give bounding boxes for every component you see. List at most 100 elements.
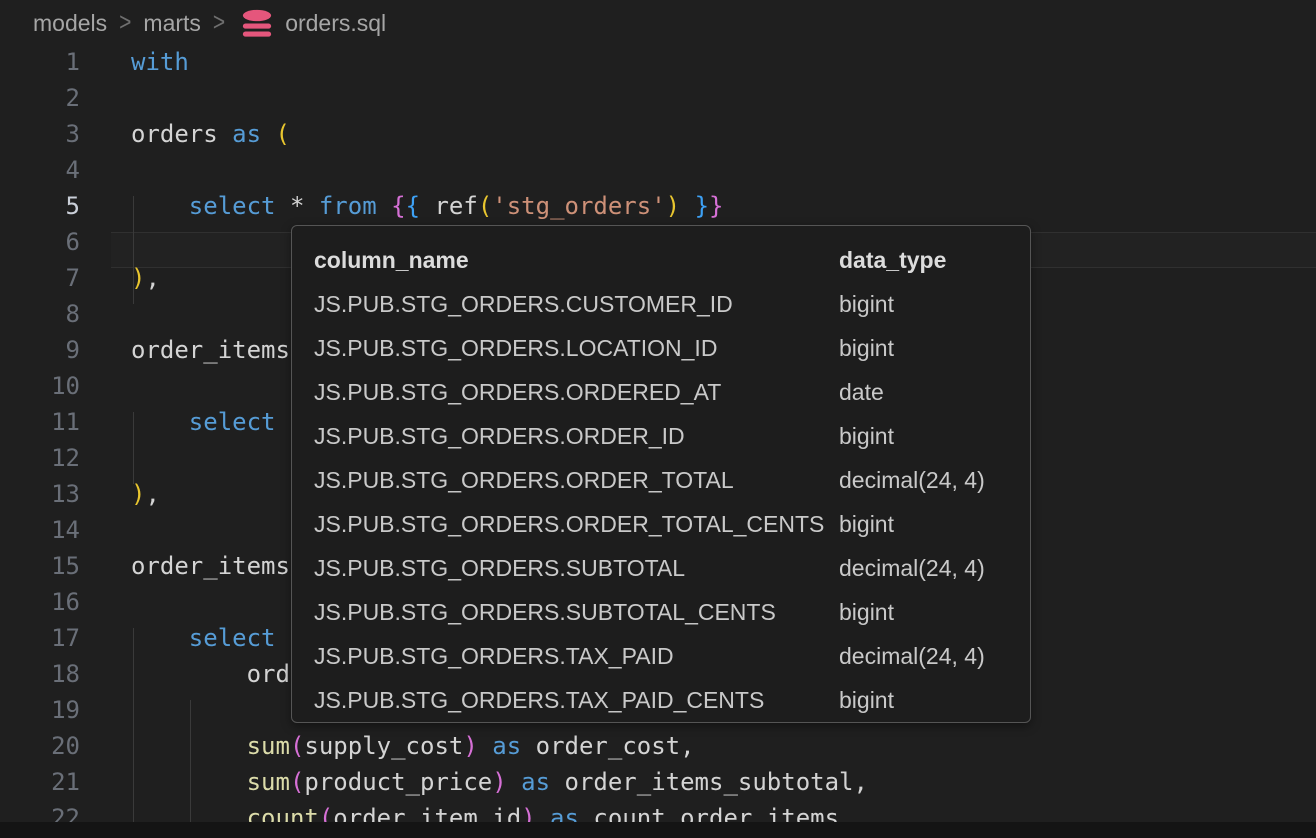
chevron-right-icon: > <box>211 8 227 38</box>
code-token <box>261 120 275 148</box>
line-number[interactable]: 17 <box>0 620 80 656</box>
chevron-right-icon: > <box>117 8 133 38</box>
line-number[interactable]: 20 <box>0 728 80 764</box>
popup-header-data-type: data_type <box>839 238 946 282</box>
line-number[interactable]: 16 <box>0 584 80 620</box>
code-token: as <box>521 768 550 796</box>
column-name-cell: JS.PUB.STG_ORDERS.ORDERED_AT <box>314 370 721 414</box>
code-token <box>131 192 189 220</box>
column-row: JS.PUB.STG_ORDERS.TAX_PAIDdecimal(24, 4) <box>292 634 1030 678</box>
popup-header-column-name: column_name <box>314 238 469 282</box>
breadcrumb-item-file[interactable]: orders.sql <box>285 10 386 37</box>
line-number[interactable]: 12 <box>0 440 80 476</box>
code-token: * <box>276 192 319 220</box>
column-name-cell: JS.PUB.STG_ORDERS.ORDER_TOTAL <box>314 458 734 502</box>
column-row: JS.PUB.STG_ORDERS.SUBTOTAL_CENTS bigint <box>292 590 1030 634</box>
column-name-cell: JS.PUB.STG_ORDERS.SUBTOTAL <box>314 546 685 590</box>
line-number[interactable]: 3 <box>0 116 80 152</box>
breadcrumb-item-models[interactable]: models <box>33 10 107 37</box>
code-token: select <box>189 408 276 436</box>
code-token: order_cost, <box>521 732 694 760</box>
code-token: ( <box>276 120 290 148</box>
code-token <box>131 732 247 760</box>
code-token <box>131 768 247 796</box>
column-row: JS.PUB.STG_ORDERS.CUSTOMER_IDbigint <box>292 282 1030 326</box>
code-token: select <box>189 624 276 652</box>
code-token: with <box>131 48 189 76</box>
code-line[interactable]: order_items <box>131 332 290 368</box>
line-number[interactable]: 9 <box>0 332 80 368</box>
code-token: as <box>492 732 521 760</box>
code-token <box>377 192 391 220</box>
code-line[interactable]: select <box>131 404 276 440</box>
code-token: sum <box>247 768 290 796</box>
code-line[interactable]: select * from {{ ref('stg_orders') }} <box>131 188 723 224</box>
code-token: sum <box>247 732 290 760</box>
code-token: ) <box>131 480 145 508</box>
code-line[interactable]: ord <box>131 656 290 692</box>
code-token: , <box>145 264 159 292</box>
code-token: ref <box>420 192 478 220</box>
code-token <box>478 732 492 760</box>
column-row: JS.PUB.STG_ORDERS.TAX_PAID_CENTS bigint <box>292 678 1030 722</box>
line-number[interactable]: 15 <box>0 548 80 584</box>
code-token: { <box>406 192 420 220</box>
line-number[interactable]: 7 <box>0 260 80 296</box>
line-number[interactable]: 4 <box>0 152 80 188</box>
code-token: ord <box>131 660 290 688</box>
code-token <box>131 408 189 436</box>
code-token: order_items <box>131 336 290 364</box>
column-name-cell: JS.PUB.STG_ORDERS.SUBTOTAL_CENTS <box>314 590 776 634</box>
code-token: product_price <box>304 768 492 796</box>
data-type-cell: bigint <box>839 678 894 722</box>
database-icon <box>241 9 273 38</box>
code-token: ( <box>478 192 492 220</box>
code-line[interactable]: ), <box>131 476 160 512</box>
code-token: from <box>319 192 377 220</box>
line-number[interactable]: 18 <box>0 656 80 692</box>
column-row: JS.PUB.STG_ORDERS.LOCATION_IDbigint <box>292 326 1030 370</box>
code-line[interactable]: ), <box>131 260 160 296</box>
column-row: JS.PUB.STG_ORDERS.ORDERED_ATdate <box>292 370 1030 414</box>
line-number[interactable]: 2 <box>0 80 80 116</box>
column-row: JS.PUB.STG_ORDERS.ORDER_ID bigint <box>292 414 1030 458</box>
code-token: ( <box>290 732 304 760</box>
code-token <box>131 624 189 652</box>
code-line[interactable]: select <box>131 620 276 656</box>
data-type-cell: decimal(24, 4) <box>839 634 985 678</box>
column-row: JS.PUB.STG_ORDERS.SUBTOTALdecimal(24, 4) <box>292 546 1030 590</box>
code-line[interactable]: sum(supply_cost) as order_cost, <box>131 728 695 764</box>
line-number[interactable]: 13 <box>0 476 80 512</box>
code-token: supply_cost <box>304 732 463 760</box>
code-token: order_items_subtotal, <box>550 768 868 796</box>
data-type-cell: bigint <box>839 414 894 458</box>
line-number[interactable]: 19 <box>0 692 80 728</box>
line-number[interactable]: 8 <box>0 296 80 332</box>
code-token: ) <box>666 192 680 220</box>
code-token: select <box>189 192 276 220</box>
line-number[interactable]: 5 <box>0 188 80 224</box>
line-number[interactable]: 10 <box>0 368 80 404</box>
code-line[interactable]: order_items <box>131 548 290 584</box>
data-type-cell: bigint <box>839 590 894 634</box>
line-number[interactable]: 21 <box>0 764 80 800</box>
code-token: 'stg_orders' <box>492 192 665 220</box>
column-row: JS.PUB.STG_ORDERS.ORDER_TOTAL_CENTSbigin… <box>292 502 1030 546</box>
code-token: ( <box>290 768 304 796</box>
column-name-cell: JS.PUB.STG_ORDERS.LOCATION_ID <box>314 326 717 370</box>
line-number[interactable]: 1 <box>0 44 80 80</box>
column-info-popup: column_name data_type JS.PUB.STG_ORDERS.… <box>291 225 1031 723</box>
code-token <box>680 192 694 220</box>
data-type-cell: bigint <box>839 282 894 326</box>
line-number[interactable]: 6 <box>0 224 80 260</box>
line-number[interactable]: 11 <box>0 404 80 440</box>
code-line[interactable]: sum(product_price) as order_items_subtot… <box>131 764 868 800</box>
code-line[interactable]: with <box>131 44 189 80</box>
line-number[interactable]: 14 <box>0 512 80 548</box>
column-name-cell: JS.PUB.STG_ORDERS.ORDER_ID <box>314 414 685 458</box>
breadcrumb-item-marts[interactable]: marts <box>143 10 201 37</box>
column-name-cell: JS.PUB.STG_ORDERS.ORDER_TOTAL_CENTS <box>314 502 824 546</box>
column-name-cell: JS.PUB.STG_ORDERS.TAX_PAID_CENTS <box>314 678 764 722</box>
breadcrumb: models > marts > orders.sql <box>33 7 386 39</box>
code-line[interactable]: orders as ( <box>131 116 290 152</box>
